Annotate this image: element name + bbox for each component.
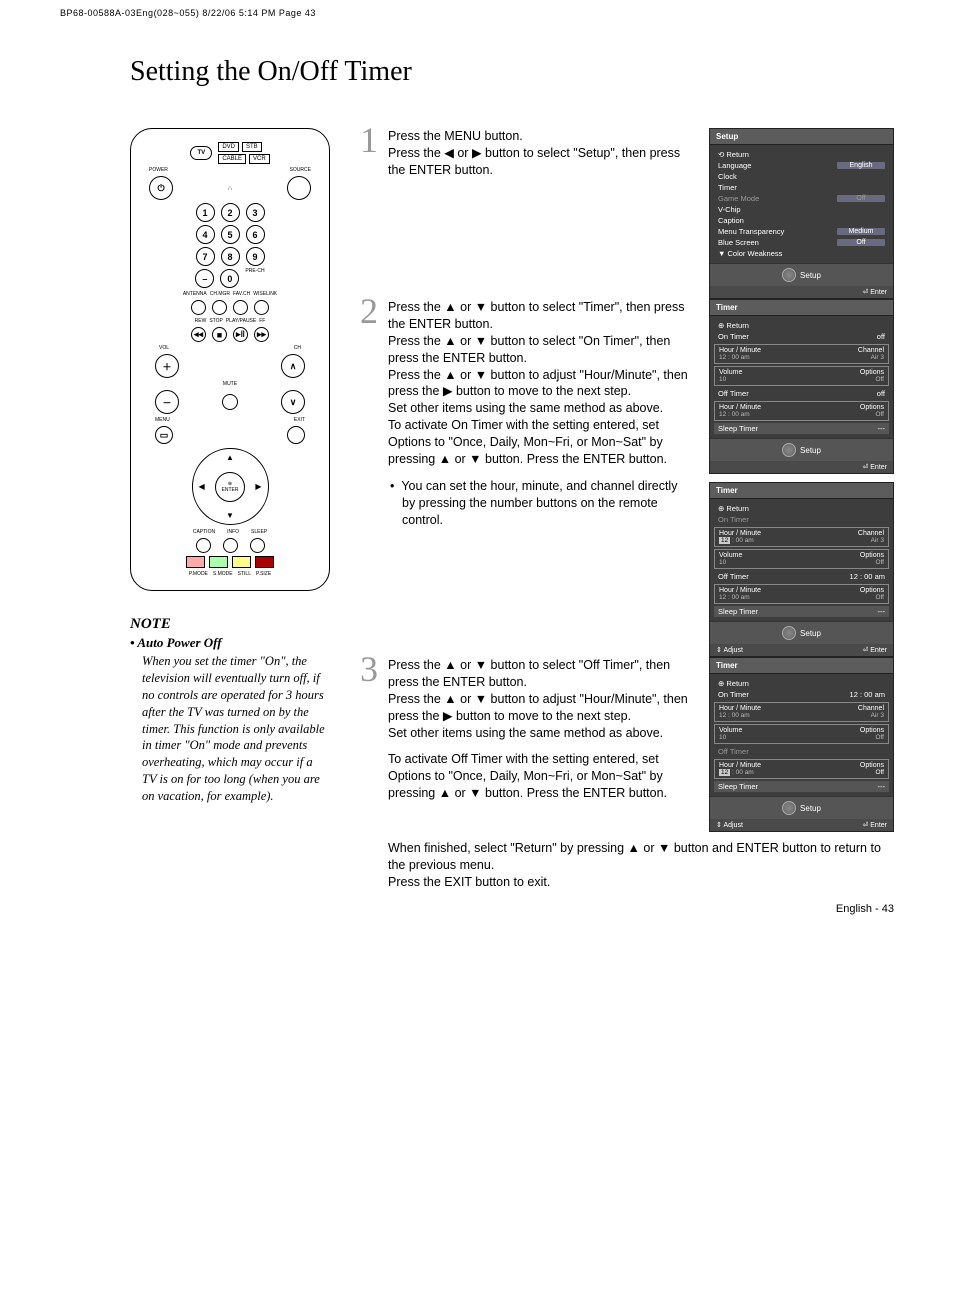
step-3: 3 Press the ▲ or ▼ button to select "Off… (350, 657, 701, 812)
step-1: 1 Press the MENU button. Press the ◀ or … (350, 128, 701, 189)
remote-illustration: TVDVDSTBCABLEVCR POWERSOURCE ⏻∴ 123 456 … (130, 128, 330, 591)
osd-timer-2: Timer ⊕ Return On Timer Hour / MinuteCha… (709, 482, 894, 657)
finish-text: When finished, select "Return" by pressi… (350, 840, 894, 891)
step-2: 2 Press the ▲ or ▼ button to select "Tim… (350, 299, 701, 538)
note-block: NOTE • Auto Power Off When you set the t… (130, 616, 330, 805)
note-body: When you set the timer "On", the televis… (130, 653, 330, 805)
step-1-text: Press the MENU button. Press the ◀ or ▶ … (388, 128, 693, 179)
note-subtitle: Auto Power Off (137, 635, 221, 650)
osd-timer-3: Timer ⊕ Return On Timer12 : 00 am Hour /… (709, 657, 894, 832)
print-header: BP68-00588A-03Eng(028~055) 8/22/06 5:14 … (0, 0, 954, 26)
step-2-text-a: Press the ▲ or ▼ button to select "Timer… (388, 299, 693, 468)
page-title: Setting the On/Off Timer (130, 56, 894, 88)
note-heading: NOTE (130, 616, 330, 633)
page-number: English - 43 (350, 903, 894, 915)
osd-setup: Setup ⟲ Return LanguageEnglish Clock Tim… (709, 128, 894, 299)
step-3-text-a: Press the ▲ or ▼ button to select "Off T… (388, 657, 693, 741)
step-3-text-b: To activate Off Timer with the setting e… (388, 751, 693, 802)
step-2-text-b: • You can set the hour, minute, and chan… (388, 478, 693, 529)
osd-timer-1: Timer ⊕ Return On Timeroff Hour / Minute… (709, 299, 894, 474)
